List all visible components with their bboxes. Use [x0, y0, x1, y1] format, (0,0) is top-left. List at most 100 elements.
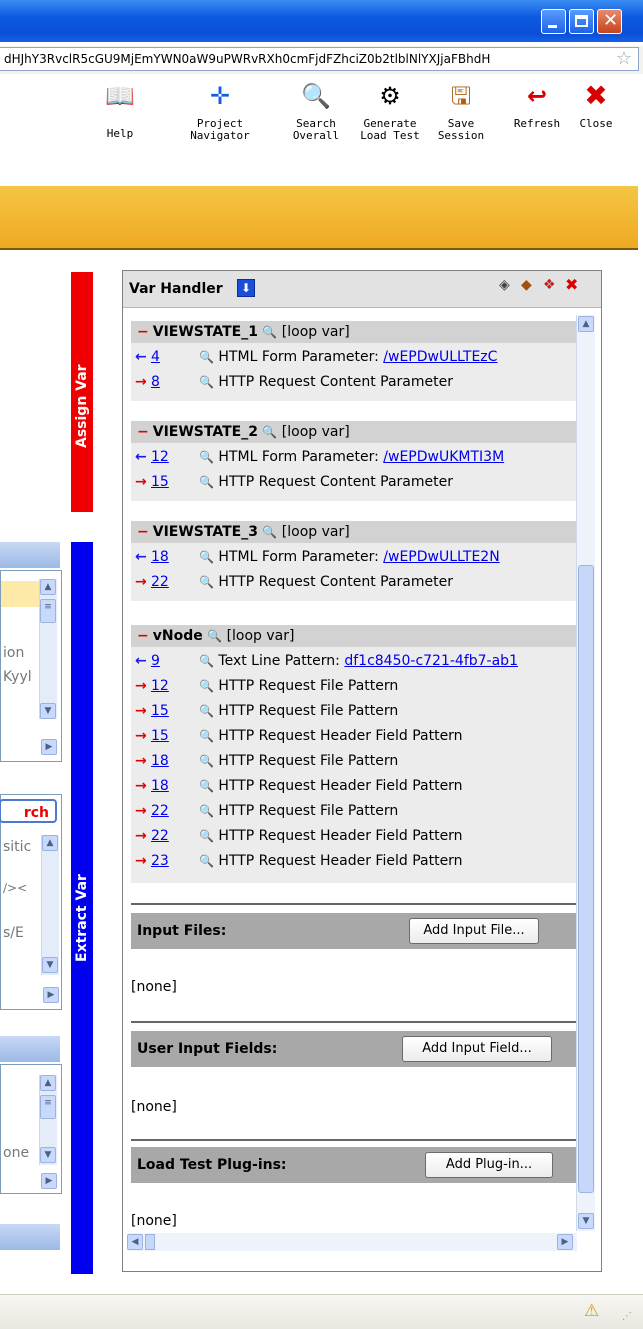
scroll-up-icon[interactable]: ▲	[578, 316, 594, 332]
scroll-thumb[interactable]	[578, 565, 594, 1193]
generate-load-test-button[interactable]: ⚙ Generate Load Test	[352, 80, 428, 142]
left-panel-3-scrollbar[interactable]: ▲ ≡ ▼	[39, 1075, 57, 1165]
scroll-up-icon[interactable]: ▲	[40, 579, 56, 595]
value-link[interactable]: /wEPDwULLTE2N	[383, 549, 499, 565]
magnifier-icon[interactable]: 🔍	[199, 754, 214, 768]
magnifier-icon[interactable]: 🔍	[199, 475, 214, 489]
step-link[interactable]: 18	[151, 549, 169, 565]
step-link[interactable]: 22	[151, 803, 169, 819]
magnifier-icon[interactable]: 🔍	[262, 325, 277, 339]
add-plugin-button[interactable]: Add Plug-in...	[425, 1152, 553, 1178]
collapse-icon[interactable]: −	[137, 424, 149, 440]
scroll-left-icon[interactable]: ◀	[127, 1234, 143, 1250]
step-link[interactable]: 9	[151, 653, 160, 669]
tab-extract-var[interactable]: Extract Var	[71, 542, 93, 1274]
magnifier-icon[interactable]: 🔍	[199, 779, 214, 793]
magnifier-icon[interactable]: 🔍	[199, 350, 214, 364]
add-input-file-button[interactable]: Add Input File...	[409, 918, 539, 944]
settings-icon[interactable]: ❖	[543, 277, 556, 293]
magnifier-icon[interactable]: 🔍	[199, 854, 214, 868]
magnifier-icon[interactable]: 🔍	[199, 575, 214, 589]
project-navigator-button[interactable]: ✛ Project Navigator	[180, 80, 260, 142]
horizontal-scroll-thumb[interactable]	[145, 1234, 155, 1250]
magnifier-icon[interactable]: 🔍	[199, 375, 214, 389]
maximize-button[interactable]	[569, 9, 594, 34]
minimize-button[interactable]	[541, 9, 566, 34]
step-link[interactable]: 23	[151, 853, 169, 869]
scroll-thumb[interactable]: ≡	[40, 1095, 56, 1119]
left-panel-2-scrollbar[interactable]: ▲ ▼	[41, 835, 59, 975]
scroll-right-icon[interactable]: ▶	[41, 739, 57, 755]
left-search-button[interactable]: rch	[0, 799, 57, 823]
step-link[interactable]: 22	[151, 574, 169, 590]
add-input-field-button[interactable]: Add Input Field...	[402, 1036, 552, 1062]
copy-icon[interactable]: ◈	[499, 277, 510, 293]
input-files-label: Input Files:	[137, 923, 227, 939]
magnifier-icon[interactable]: 🔍	[199, 654, 214, 668]
panel-vertical-scrollbar[interactable]: ▲ ▼	[576, 315, 595, 1231]
user-input-value: [none]	[131, 1099, 177, 1115]
paste-icon[interactable]: ◆	[521, 277, 532, 293]
scroll-right-icon[interactable]: ▶	[41, 1173, 57, 1189]
close-window-button[interactable]: ✕	[597, 9, 622, 34]
scroll-down-icon[interactable]: ▼	[578, 1213, 594, 1229]
magnifier-icon[interactable]: 🔍	[199, 704, 214, 718]
magnifier-icon[interactable]: 🔍	[199, 550, 214, 564]
var-handler-header: Var Handler ⬇ ◈ ◆ ❖ ✖	[123, 271, 601, 308]
collapse-icon[interactable]: −	[137, 524, 149, 540]
magnifier-icon[interactable]: 🔍	[199, 729, 214, 743]
arrow-right-icon: →	[135, 778, 147, 794]
url-input[interactable]: dHJhY3RvclR5cGU9MjEmYWN0aW9uPWRvRXh0cmFj…	[0, 47, 639, 71]
collapse-icon[interactable]: −	[137, 628, 149, 644]
scroll-right-icon[interactable]: ▶	[43, 987, 59, 1003]
close-button[interactable]: ✖ Close	[572, 80, 620, 130]
step-link[interactable]: 4	[151, 349, 160, 365]
warning-icon[interactable]: ⚠	[584, 1301, 599, 1321]
left-panel-1-scrollbar[interactable]: ▲ ≡ ▼	[39, 579, 57, 719]
var-group-header: − VIEWSTATE_2 🔍 [loop var]	[131, 421, 576, 443]
magnifier-icon[interactable]: 🔍	[199, 829, 214, 843]
step-link[interactable]: 18	[151, 778, 169, 794]
scroll-down-icon[interactable]: ▼	[42, 957, 58, 973]
magnifier-icon[interactable]: 🔍	[262, 425, 277, 439]
step-link[interactable]: 12	[151, 678, 169, 694]
search-overall-button[interactable]: 🔍 Search Overall	[288, 80, 344, 142]
step-link[interactable]: 12	[151, 449, 169, 465]
var-tag: [loop var]	[281, 324, 350, 340]
resize-grip-icon[interactable]: ⋰	[622, 1311, 632, 1322]
scroll-up-icon[interactable]: ▲	[42, 835, 58, 851]
value-link[interactable]: df1c8450-c721-4fb7-ab1	[344, 653, 518, 669]
magnifier-icon[interactable]: 🔍	[199, 450, 214, 464]
step-link[interactable]: 15	[151, 728, 169, 744]
scroll-down-icon[interactable]: ▼	[40, 703, 56, 719]
help-button[interactable]: 📖 Help	[100, 80, 140, 140]
step-link[interactable]: 8	[151, 374, 160, 390]
scroll-right-icon[interactable]: ▶	[557, 1234, 573, 1250]
magnifier-icon[interactable]: 🔍	[207, 629, 222, 643]
left-panel-4-header	[0, 1224, 60, 1250]
panel-horizontal-scrollbar[interactable]: ◀ ▶	[127, 1233, 577, 1251]
step-link[interactable]: 22	[151, 828, 169, 844]
step-link[interactable]: 18	[151, 753, 169, 769]
tab-assign-var[interactable]: Assign Var	[71, 272, 93, 512]
var-group-header: − VIEWSTATE_3 🔍 [loop var]	[131, 521, 576, 543]
scroll-down-icon[interactable]: ▼	[40, 1147, 56, 1163]
step-link[interactable]: 15	[151, 474, 169, 490]
scroll-thumb[interactable]: ≡	[40, 599, 56, 623]
scroll-up-icon[interactable]: ▲	[40, 1075, 56, 1091]
value-link[interactable]: /wEPDwULLTEzC	[383, 349, 497, 365]
collapse-icon[interactable]: −	[137, 324, 149, 340]
list-item: → 22 🔍 HTTP Request Header Field Pattern	[131, 824, 576, 849]
selected-row[interactable]	[1, 581, 39, 607]
value-link[interactable]: /wEPDwUKMTI3M	[383, 449, 504, 465]
save-session-button[interactable]: 🖫 Save Session	[432, 80, 490, 142]
magnifier-icon[interactable]: 🔍	[199, 804, 214, 818]
step-link[interactable]: 15	[151, 703, 169, 719]
magnifier-icon[interactable]: 🔍	[262, 525, 277, 539]
download-icon[interactable]: ⬇	[237, 279, 255, 297]
close-panel-icon[interactable]: ✖	[565, 275, 578, 294]
bookmark-star-icon[interactable]: ☆	[616, 48, 632, 69]
magnifier-icon[interactable]: 🔍	[199, 679, 214, 693]
refresh-button[interactable]: ↩ Refresh	[508, 80, 566, 130]
arrow-right-icon: →	[135, 753, 147, 769]
